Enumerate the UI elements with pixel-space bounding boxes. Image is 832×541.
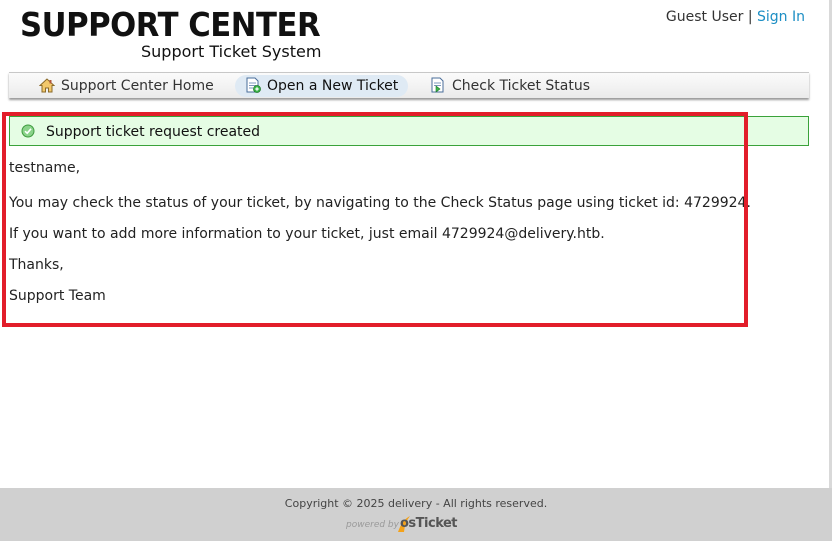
nav-check-ticket-status[interactable]: Check Ticket Status xyxy=(420,75,600,97)
guest-user-label: Guest User xyxy=(665,9,744,25)
osticket-brand: osTicket xyxy=(400,516,458,531)
sign-in-link[interactable]: Sign In xyxy=(757,9,805,25)
footer: Copyright © 2025 delivery - All rights r… xyxy=(0,488,832,541)
new-ticket-icon xyxy=(246,77,261,93)
main-nav: Support Center Home Open a New Ticket Ch… xyxy=(9,72,809,98)
powered-by-osticket-logo[interactable]: powered by osTicket xyxy=(346,514,458,534)
ticket-status-icon xyxy=(431,77,444,93)
user-bar-separator: | xyxy=(747,9,753,25)
page: SUPPORT CENTER Support Ticket System Gue… xyxy=(0,0,829,488)
nav-item-label: Check Ticket Status xyxy=(452,78,590,94)
nav-item-label: Support Center Home xyxy=(61,78,214,94)
nav-item-label: Open a New Ticket xyxy=(267,78,399,94)
powered-by-label: powered by xyxy=(346,520,399,530)
site-logo[interactable]: SUPPORT CENTER Support Ticket System xyxy=(20,5,322,62)
highlight-box xyxy=(2,112,748,327)
nav-open-new-ticket[interactable]: Open a New Ticket xyxy=(235,75,409,97)
logo-title: SUPPORT CENTER xyxy=(20,5,321,44)
logo-subtitle: Support Ticket System xyxy=(141,42,322,61)
nav-support-center-home[interactable]: Support Center Home xyxy=(29,75,224,97)
user-bar: Guest User | Sign In xyxy=(666,9,805,25)
copyright-text: Copyright © 2025 delivery - All rights r… xyxy=(284,497,548,510)
home-icon xyxy=(38,78,56,93)
